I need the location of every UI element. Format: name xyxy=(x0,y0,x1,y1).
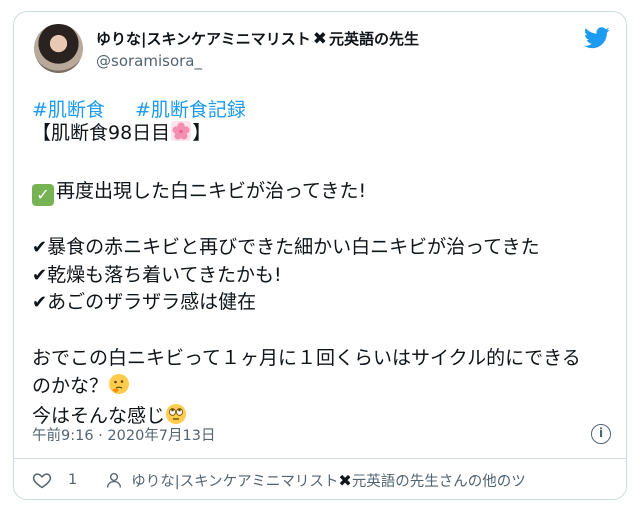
tweet-footer: 1 ゆりな|スキンケアミニマリスト✖元英語の先生さんの他のツ xyxy=(14,459,626,501)
text-line: ✓ 再度出現した白ニキビが治ってきた! xyxy=(32,178,622,207)
cherry-blossom-icon xyxy=(170,120,192,151)
twitter-bird-icon[interactable] xyxy=(584,27,610,49)
check-mark-icon: ✔ xyxy=(32,237,48,259)
display-name[interactable]: ゆりな|スキンケアミニマリスト xyxy=(96,28,311,49)
author-handle[interactable]: @soramisora_ xyxy=(96,52,202,70)
hashtag-link[interactable]: #肌断食 xyxy=(32,99,105,121)
more-tweets-link[interactable]: ゆりな|スキンケアミニマリスト✖元英語の先生さんの他のツ xyxy=(131,470,601,491)
cross-mark-icon: ✖ xyxy=(338,470,352,490)
heart-icon[interactable] xyxy=(32,470,52,490)
hashtag-list: #肌断食 #肌断食記録 xyxy=(32,95,270,122)
hashtag-link[interactable]: #肌断食記録 xyxy=(135,99,246,121)
tweet-timestamp[interactable]: 午前9:16 · 2020年7月13日 xyxy=(32,424,215,445)
author-name-row[interactable]: ゆりな|スキンケアミニマリスト ✖ 元英語の先生 xyxy=(96,28,419,49)
tweet-text: 【肌断食98日目】 ✓ 再度出現した白ニキビが治ってきた! ✔暴食の赤ニキビと再び… xyxy=(32,120,622,434)
avatar[interactable] xyxy=(34,24,83,73)
thinking-face-icon xyxy=(108,373,130,404)
text-line: ✔あごのザラザラ感は健在 xyxy=(32,291,257,314)
like-count[interactable]: 1 xyxy=(68,472,77,488)
user-icon[interactable] xyxy=(105,471,123,489)
text-line: おでこの白ニキビって１ヶ月に１回くらいはサイクル的にできる xyxy=(32,346,581,369)
text-line: ✔乾燥も落ち着いてきたかも! xyxy=(32,263,282,286)
tweet-card: ゆりな|スキンケアミニマリスト ✖ 元英語の先生 @soramisora_ #肌… xyxy=(13,11,627,500)
text-line: のかな？ xyxy=(32,373,622,404)
text-line: 【肌断食98日目】 xyxy=(32,120,622,151)
check-mark-icon: ✔ xyxy=(32,264,48,286)
info-icon[interactable]: i xyxy=(591,424,611,444)
check-mark-button-icon: ✓ xyxy=(32,184,54,207)
display-name-suffix[interactable]: 元英語の先生 xyxy=(329,28,419,49)
cross-mark-icon: ✖ xyxy=(312,28,327,49)
text-line: ✔暴食の赤ニキビと再びできた細かい白ニキビが治ってきた xyxy=(32,236,540,259)
check-mark-icon: ✔ xyxy=(32,292,48,314)
